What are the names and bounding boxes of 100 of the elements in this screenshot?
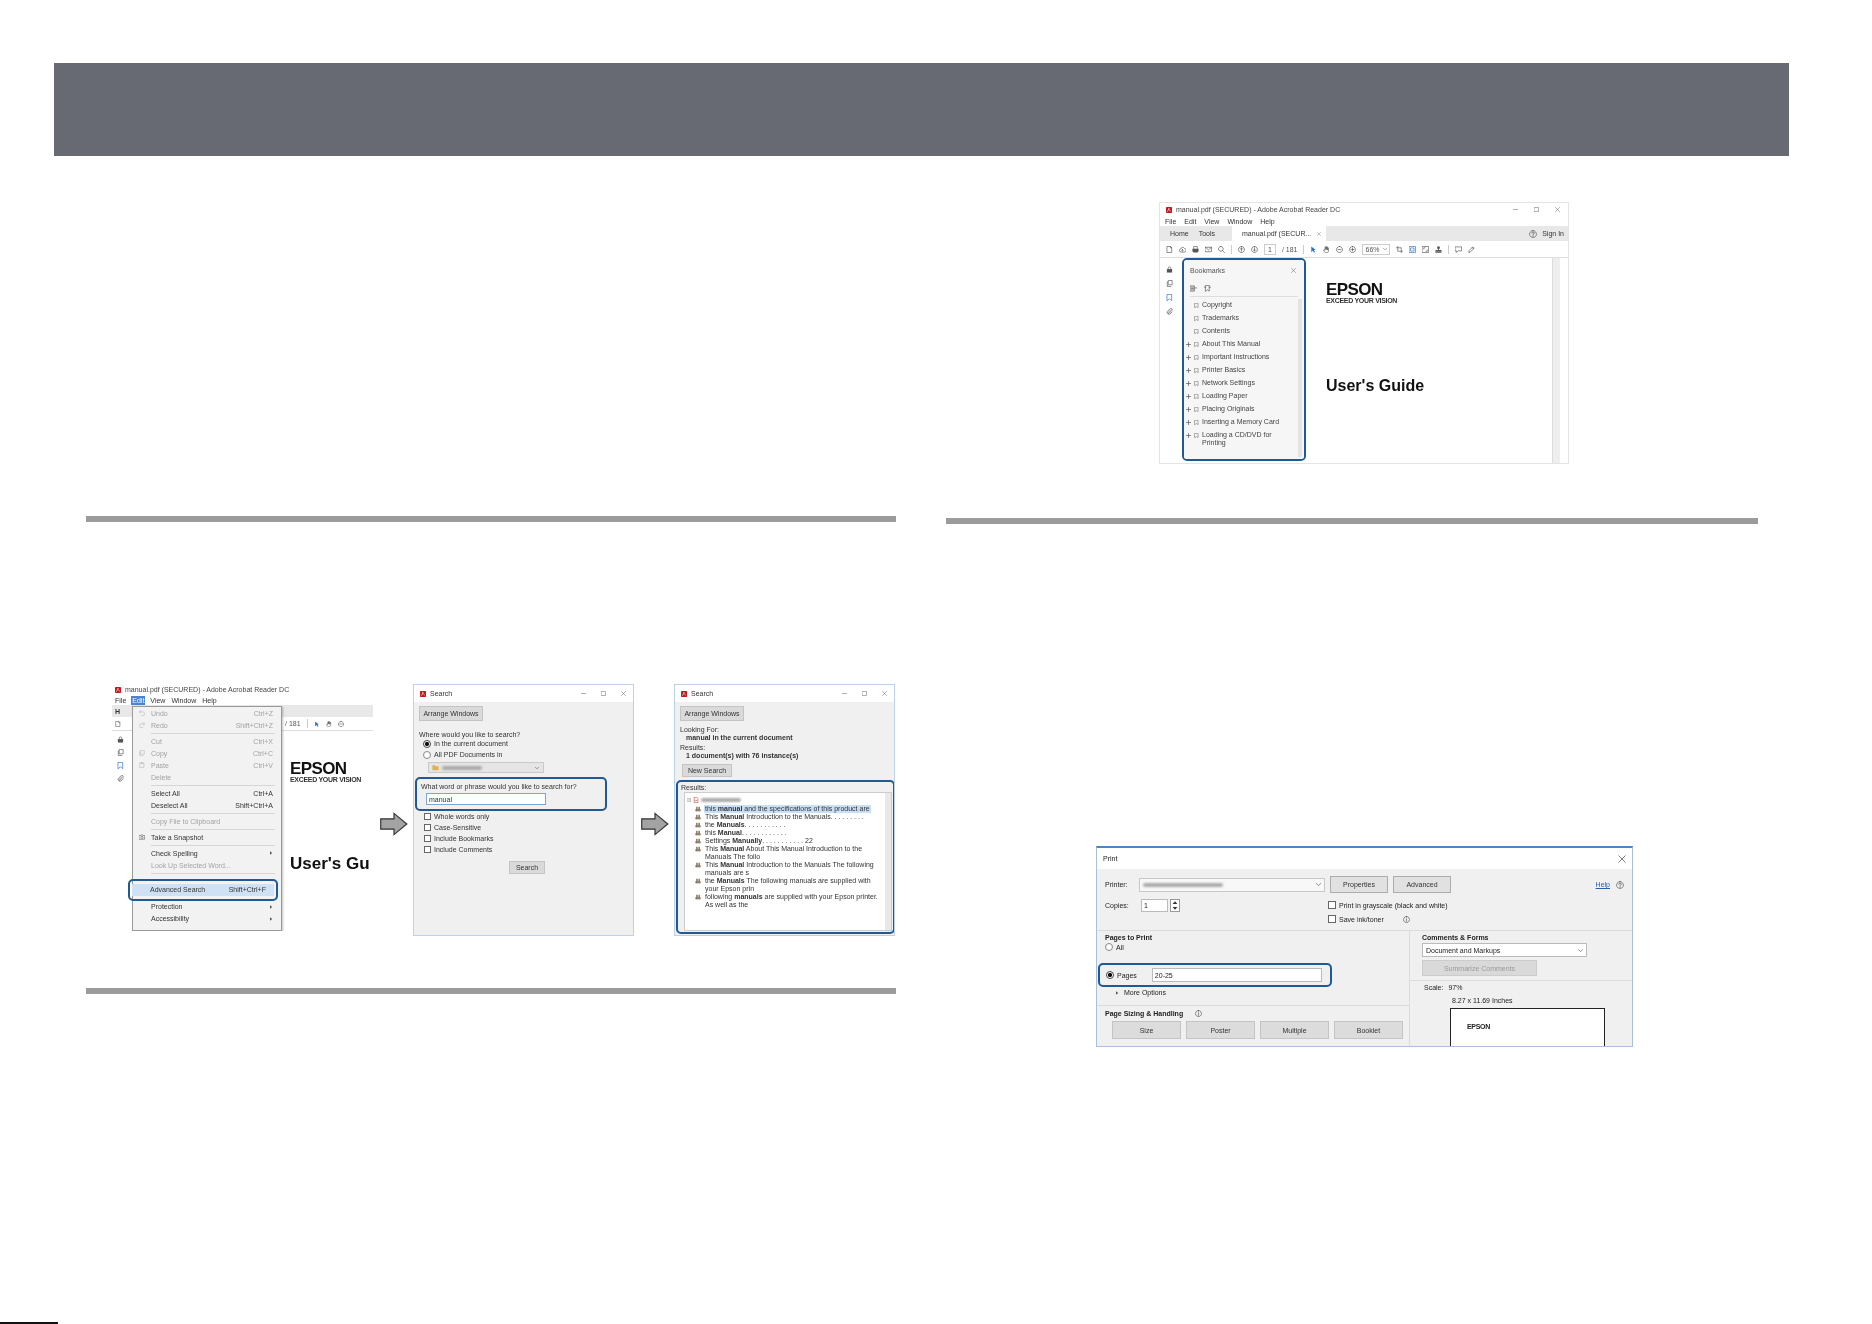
lock-icon[interactable]	[1165, 266, 1173, 273]
close-icon[interactable]	[1555, 207, 1560, 212]
bookmark-icon[interactable]	[116, 762, 124, 769]
folder-icon	[432, 764, 439, 771]
up-arrow-icon[interactable]	[1238, 245, 1245, 253]
bookmark-icon	[1194, 328, 1199, 334]
bookmark-icon	[1194, 380, 1199, 386]
scrollbar[interactable]	[885, 793, 891, 930]
bookmark-icon[interactable]	[1165, 294, 1173, 301]
minimize-icon[interactable]	[842, 691, 847, 696]
bookmark-icon	[1194, 315, 1199, 321]
document-title: User's Gu	[290, 854, 370, 873]
checkbox[interactable]	[424, 835, 431, 842]
checkbox[interactable]	[424, 824, 431, 831]
document-icon	[693, 797, 699, 803]
spinner-control[interactable]	[1170, 898, 1180, 912]
radio-button[interactable]	[1105, 943, 1113, 951]
caret-icon	[1382, 247, 1387, 251]
document-icon[interactable]	[115, 720, 121, 727]
hand-icon[interactable]	[1323, 245, 1331, 253]
paperclip-icon[interactable]	[1165, 308, 1173, 315]
app-logo-icon	[681, 690, 687, 697]
binoculars-icon	[695, 846, 701, 852]
bookmark-icon[interactable]	[1204, 284, 1211, 292]
info-icon	[1402, 915, 1410, 923]
checkbox[interactable]	[424, 813, 431, 820]
info-icon	[1195, 1010, 1203, 1017]
expand-triangle-icon[interactable]	[1115, 990, 1119, 995]
stamp-icon[interactable]	[1434, 245, 1442, 253]
pen-icon[interactable]	[1467, 245, 1475, 253]
binoculars-icon	[695, 894, 701, 900]
logo: EPSON	[290, 761, 347, 776]
close-icon[interactable]	[882, 691, 887, 696]
plus-icon[interactable]	[1186, 406, 1191, 412]
down-arrow-icon[interactable]	[1251, 245, 1258, 253]
checkbox[interactable]	[1328, 901, 1336, 909]
plus-icon[interactable]	[1186, 380, 1191, 386]
plus-icon[interactable]	[1186, 393, 1191, 399]
document-icon[interactable]	[1166, 245, 1173, 253]
binoculars-icon	[695, 878, 701, 884]
caret-icon	[1578, 947, 1583, 953]
hand-icon[interactable]	[325, 720, 332, 727]
paperclip-icon[interactable]	[116, 775, 124, 782]
crop-icon[interactable]	[1395, 245, 1403, 253]
bookmark-icon	[1194, 406, 1199, 412]
close-icon[interactable]	[1618, 854, 1626, 863]
envelope-icon[interactable]	[1205, 245, 1212, 253]
plus-icon[interactable]	[1186, 432, 1191, 438]
search-icon[interactable]	[1218, 245, 1225, 253]
plus-icon[interactable]	[1186, 419, 1191, 425]
pointer-icon[interactable]	[313, 720, 320, 727]
plus-icon[interactable]	[1186, 367, 1191, 373]
blurred-text	[701, 798, 741, 802]
radio-button[interactable]	[423, 750, 431, 759]
binoculars-icon	[695, 822, 701, 828]
scrollbar[interactable]	[1552, 258, 1560, 463]
help-icon[interactable]	[1616, 880, 1624, 889]
maximize-icon[interactable]	[601, 691, 606, 696]
zoom-out-icon[interactable]	[1336, 245, 1344, 253]
printer-dropdown[interactable]	[1139, 877, 1325, 892]
radio-button[interactable]	[423, 739, 431, 748]
pages-icon[interactable]	[1165, 280, 1173, 287]
pointer-icon[interactable]	[1310, 245, 1318, 253]
plus-icon[interactable]	[1186, 341, 1191, 347]
zoom-out-icon[interactable]	[337, 720, 344, 727]
radio-button[interactable]	[1106, 971, 1114, 979]
close-icon[interactable]	[1317, 231, 1322, 236]
paste-icon	[139, 762, 145, 768]
binoculars-icon	[695, 830, 701, 836]
bookmark-icon	[1194, 354, 1199, 360]
camera-icon	[139, 834, 145, 840]
app-logo-icon	[1166, 206, 1172, 213]
blurred-text	[442, 765, 482, 770]
maximize-icon[interactable]	[1534, 207, 1539, 212]
pages-icon[interactable]	[116, 749, 124, 756]
logo: EPSON	[1326, 282, 1383, 297]
close-icon[interactable]	[1291, 267, 1296, 273]
lock-icon[interactable]	[116, 736, 124, 743]
full-screen-icon[interactable]	[1421, 245, 1429, 253]
bookmark-icon	[1194, 302, 1199, 308]
checkbox[interactable]	[1328, 915, 1336, 923]
checkbox[interactable]	[424, 846, 431, 853]
outline-options-icon[interactable]	[1190, 284, 1197, 292]
app-logo-icon	[420, 690, 426, 697]
help-icon[interactable]	[1529, 229, 1538, 238]
cloud-icon[interactable]	[1179, 245, 1186, 253]
comment-icon[interactable]	[1454, 245, 1462, 253]
maximize-icon[interactable]	[862, 691, 867, 696]
close-icon[interactable]	[621, 691, 626, 696]
printer-icon[interactable]	[1192, 245, 1199, 253]
zoom-in-icon[interactable]	[1349, 245, 1357, 253]
plus-icon[interactable]	[1186, 354, 1191, 360]
bookmark-icon	[1194, 419, 1199, 425]
minimize-icon[interactable]	[581, 691, 586, 696]
bookmark-icon	[1194, 367, 1199, 373]
minimize-icon[interactable]	[1513, 207, 1518, 212]
folder-dropdown[interactable]	[428, 762, 544, 773]
fit-page-icon[interactable]	[1408, 245, 1416, 253]
document-title: User's Guide	[1326, 377, 1425, 395]
binoculars-icon	[695, 814, 701, 820]
